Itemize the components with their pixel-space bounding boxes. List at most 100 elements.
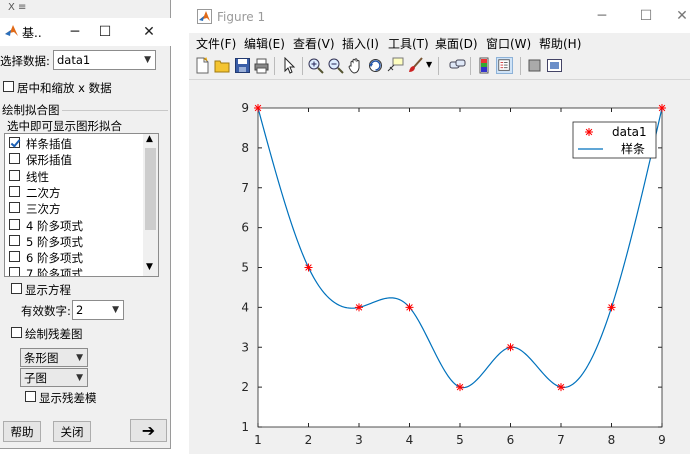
chevron-down-icon: ▼ <box>76 373 83 383</box>
scroll-down-icon[interactable]: ▼ <box>146 262 153 272</box>
maximize-button[interactable]: ☐ <box>633 2 659 30</box>
link-icon[interactable] <box>449 57 466 74</box>
series-data1-point[interactable] <box>557 383 565 392</box>
menu-file[interactable]: 文件(F) <box>196 35 236 52</box>
matlab-logo-icon <box>5 25 18 36</box>
minimize-button[interactable]: ─ <box>62 18 88 46</box>
brush-dropdown-icon[interactable]: ▼ <box>426 60 432 69</box>
menu-edit[interactable]: 编辑(E) <box>244 35 285 52</box>
menu-tools[interactable]: 工具(T) <box>388 35 429 52</box>
significant-digits-dropdown[interactable]: 2 ▼ <box>72 300 124 320</box>
chevron-down-icon: ▼ <box>144 55 151 65</box>
legend-icon[interactable] <box>496 57 513 74</box>
chevron-down-icon: ▼ <box>76 353 83 363</box>
legend-marker-data1[interactable] <box>585 128 593 136</box>
fit-type-checkbox[interactable] <box>9 202 20 214</box>
y-tick-label: 7 <box>241 181 249 195</box>
print-icon[interactable] <box>253 57 270 74</box>
maximize-button[interactable]: ☐ <box>92 18 118 46</box>
hide-plot-tools-icon[interactable] <box>526 57 543 74</box>
check-to-display-label: 选中即可显示图形拟合 <box>7 119 122 133</box>
fit-type-checkbox[interactable] <box>9 234 20 246</box>
y-tick-label: 3 <box>241 340 249 354</box>
figure-title: Figure 1 <box>217 10 266 24</box>
figure-titlebar[interactable]: Figure 1 ─ ☐ ✕ <box>189 0 690 33</box>
series-data1-point[interactable] <box>506 343 515 352</box>
fit-type-label: 线性 <box>26 169 49 184</box>
fit-type-checkbox[interactable] <box>9 137 20 148</box>
series-data1-point[interactable] <box>355 303 363 312</box>
menu-help[interactable]: 帮助(H) <box>539 35 581 52</box>
save-icon[interactable] <box>234 57 251 74</box>
close-window-button[interactable]: ✕ <box>669 2 690 30</box>
new-figure-icon[interactable] <box>194 57 211 74</box>
pointer-icon[interactable] <box>281 57 298 74</box>
colorbar-icon[interactable] <box>476 57 493 74</box>
fit-type-checkbox[interactable] <box>9 153 20 165</box>
window-top-fragment: X ≡ <box>8 2 27 13</box>
residual-plot-location-dropdown[interactable]: 子图 ▼ <box>20 368 88 387</box>
fit-type-checkbox[interactable] <box>9 169 20 181</box>
zoom-out-icon[interactable] <box>327 57 344 74</box>
basic-fitting-titlebar[interactable]: 基.. ─ ☐ ✕ <box>0 18 171 46</box>
fit-type-label: 7 阶多项式 <box>26 267 83 277</box>
menu-insert[interactable]: 插入(I) <box>342 35 379 52</box>
rotate-icon[interactable] <box>367 57 384 74</box>
figure-window: Figure 1 ─ ☐ ✕ 文件(F) 编辑(E) 查看(V) 插入(I) 工… <box>189 0 690 454</box>
menu-view[interactable]: 查看(V) <box>293 35 335 52</box>
series-data1-point[interactable] <box>607 303 616 312</box>
fit-type-checkbox[interactable] <box>9 251 20 263</box>
menu-window[interactable]: 窗口(W) <box>486 35 531 52</box>
fit-type-checkbox[interactable] <box>9 267 20 276</box>
fit-type-checkbox[interactable] <box>9 218 20 230</box>
fit-type-checkbox[interactable] <box>9 185 20 197</box>
x-tick-label: 2 <box>305 433 313 447</box>
help-button[interactable]: 帮助 <box>3 421 41 442</box>
fit-type-label: 保形插值 <box>26 153 72 168</box>
plot-fits-heading: 绘制拟合图 <box>2 103 60 117</box>
scroll-up-icon[interactable]: ▲ <box>146 134 153 144</box>
series-data1-point[interactable] <box>658 104 666 112</box>
plot-residuals-checkbox[interactable] <box>11 327 22 338</box>
list-scrollbar[interactable]: ▲ ▼ <box>143 134 158 276</box>
center-scale-checkbox[interactable] <box>3 81 14 92</box>
next-arrow-button[interactable]: ➔ <box>130 419 167 442</box>
series-data1-point[interactable] <box>456 383 464 392</box>
basic-fitting-window: X ≡ 基.. ─ ☐ ✕ 选择数据: data1 ▼ 居中和缩放 x 数据 绘… <box>0 0 171 449</box>
brush-icon[interactable] <box>407 57 424 74</box>
figure-menubar: 文件(F) 编辑(E) 查看(V) 插入(I) 工具(T) 桌面(D) 窗口(W… <box>189 33 690 53</box>
close-button[interactable]: 关闭 <box>53 421 91 442</box>
menu-desktop[interactable]: 桌面(D) <box>435 35 478 52</box>
residual-plot-location-value: 子图 <box>24 371 47 385</box>
series-data1-point[interactable] <box>254 104 262 112</box>
fit-type-label: 4 阶多项式 <box>26 218 83 233</box>
residual-plot-type-dropdown[interactable]: 条形图 ▼ <box>20 348 88 367</box>
residual-plot-type-value: 条形图 <box>24 351 59 365</box>
y-tick-label: 2 <box>241 380 249 394</box>
toolbar-separator <box>520 57 521 75</box>
plot-residuals-label: 绘制残差图 <box>25 327 83 341</box>
x-tick-label: 3 <box>355 433 363 447</box>
significant-digits-label: 有效数字: <box>21 304 71 318</box>
zoom-in-icon[interactable] <box>307 57 324 74</box>
show-equations-checkbox[interactable] <box>11 283 22 294</box>
fit-types-list[interactable]: 样条插值 保形插值 线性 二次方 三次方 4 阶多项式 5 阶多项式 6 阶多项式 7 阶多项式… <box>4 133 159 277</box>
legend-label-spline: 样条 <box>621 141 645 156</box>
pan-icon[interactable] <box>347 57 364 74</box>
select-data-value: data1 <box>57 53 91 67</box>
chart-svg[interactable]: 1 2 3 4 5 6 7 8 9 1 2 3 4 5 6 7 8 9 data1 样条 <box>189 80 690 454</box>
show-norm-checkbox[interactable] <box>25 391 36 402</box>
minimize-button[interactable]: ─ <box>589 2 615 30</box>
fit-type-label: 6 阶多项式 <box>26 251 83 266</box>
x-tick-label: 5 <box>456 433 464 447</box>
scrollbar-thumb[interactable] <box>145 148 156 230</box>
close-window-button[interactable]: ✕ <box>136 18 162 46</box>
open-file-icon[interactable] <box>214 57 231 74</box>
y-tick-label: 4 <box>241 300 249 314</box>
series-data1-point[interactable] <box>405 303 414 312</box>
select-data-dropdown[interactable]: data1 ▼ <box>53 50 156 70</box>
show-plot-tools-icon[interactable] <box>546 57 563 74</box>
series-data1-point[interactable] <box>304 263 313 272</box>
y-tick-label: 8 <box>241 141 249 155</box>
data-cursor-icon[interactable] <box>387 57 404 74</box>
